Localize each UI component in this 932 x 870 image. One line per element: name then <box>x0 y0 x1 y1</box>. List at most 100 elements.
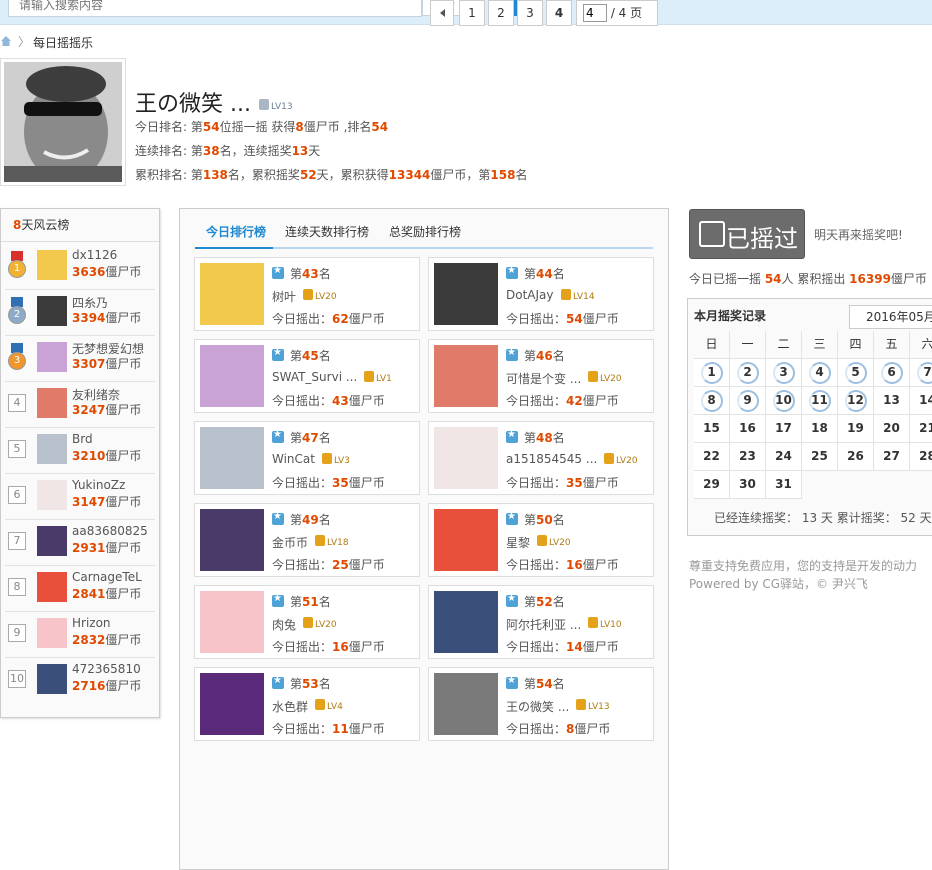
leaderboard-item[interactable]: 5 Brd 3210僵尸币 <box>1 427 151 473</box>
ranking-card[interactable]: 第44名 DotAJay LV14 今日摇出：54僵尸币 <box>428 257 654 331</box>
leaderboard-rank: 4 <box>8 394 26 412</box>
card-rank: 第49名 <box>290 513 331 527</box>
ranking-card[interactable]: 第43名树叶 LV20 今日摇出：62僵尸币 <box>194 257 420 331</box>
calendar-day: 30 <box>730 471 766 499</box>
leaderboard-rank: 10 <box>8 670 26 688</box>
ranking-card[interactable]: 第46名可惜是个变 ... LV20 今日摇出：42僵尸币 <box>428 339 654 413</box>
breadcrumb-current: 每日摇摇乐 <box>33 36 94 50</box>
calendar-day: 31 <box>766 471 802 499</box>
calendar-weekday: 四 <box>838 331 874 359</box>
level-badge-icon: LV13 <box>258 99 293 112</box>
shake-button[interactable]: 已摇过 <box>689 209 805 259</box>
card-coins: 今日摇出：14僵尸币 <box>506 640 619 654</box>
footer-powered-text: Powered by CG驿站，© 尹兴飞 <box>689 577 868 591</box>
search-box <box>8 0 422 17</box>
leaderboard-item[interactable]: 6 YukinoZz 3147僵尸币 <box>1 473 151 519</box>
calendar-footer: 已经连续摇奖： 13 天 累计摇奖： 52 天 <box>714 511 932 525</box>
calendar-weekday: 二 <box>766 331 802 359</box>
level-badge-icon: LV3 <box>321 453 350 466</box>
pager-prev-button[interactable] <box>430 0 454 26</box>
ranking-card[interactable]: 第48名 a151854545 ... LV20 今日摇出：35僵尸币 <box>428 421 654 495</box>
leaderboard-rank: 6 <box>8 486 26 504</box>
calendar-weekday: 五 <box>874 331 910 359</box>
shake-hint: 明天再来摇奖吧! <box>814 228 903 242</box>
card-rank: 第54名 <box>524 677 565 691</box>
card-name: 水色群 <box>272 700 309 714</box>
card-name: 王の微笑 ... <box>506 700 570 714</box>
card-rank: 第50名 <box>524 513 565 527</box>
ranking-card[interactable]: 第45名 SWAT_Survi ... LV1 今日摇出：43僵尸币 <box>194 339 420 413</box>
calendar-title: 本月摇奖记录 <box>694 309 767 323</box>
leaderboard-item[interactable]: 1 dx1126 3636僵尸币 <box>1 243 151 289</box>
avatar <box>37 250 67 280</box>
calendar-weekday: 三 <box>802 331 838 359</box>
pager-page-2[interactable]: 2 <box>488 0 514 26</box>
leaderboard-coins: 3210僵尸币 <box>72 449 142 463</box>
avatar <box>434 591 498 653</box>
card-name: 树叶 <box>272 290 297 304</box>
ranking-card[interactable]: 第53名水色群 LV4 今日摇出：11僵尸币 <box>194 667 420 741</box>
leaderboard-item[interactable]: 4 友利绪奈 3247僵尸币 <box>1 381 151 427</box>
calendar-day: 26 <box>838 443 874 471</box>
footer-support-text: 尊重支持免费应用，您的支持是开发的动力 <box>689 559 918 573</box>
tab-today[interactable]: 今日排行榜 <box>206 223 266 240</box>
calendar-day: 2 <box>730 359 766 387</box>
leaderboard-rank: 1 <box>8 260 26 278</box>
tab-streak[interactable]: 连续天数排行榜 <box>285 223 369 240</box>
calendar-day: 16 <box>730 415 766 443</box>
user-avatar <box>0 58 126 186</box>
leaderboard-rank: 7 <box>8 532 26 550</box>
level-badge-icon: LV20 <box>303 617 337 630</box>
leaderboard-coins: 3394僵尸币 <box>72 311 142 325</box>
leaderboard-item[interactable]: 9 Hrizon 2832僵尸币 <box>1 611 151 657</box>
level-badge-icon: LV20 <box>588 371 622 384</box>
home-icon[interactable] <box>0 35 12 47</box>
card-rank: 第52名 <box>524 595 565 609</box>
avatar <box>200 591 264 653</box>
avatar <box>37 342 67 372</box>
leaderboard-name: aa83680825 <box>72 524 148 538</box>
avatar <box>37 572 67 602</box>
ranking-card[interactable]: 第54名王の微笑 ... LV13 今日摇出：8僵尸币 <box>428 667 654 741</box>
ranking-card[interactable]: 第47名 WinCat LV3 今日摇出：35僵尸币 <box>194 421 420 495</box>
ranking-card[interactable]: 第52名阿尔托利亚 ... LV10 今日摇出：14僵尸币 <box>428 585 654 659</box>
avatar <box>200 345 264 407</box>
ranking-card[interactable]: 第49名金币币 LV18 今日摇出：25僵尸币 <box>194 503 420 577</box>
ranking-card[interactable]: 第51名肉兔 LV20 今日摇出：16僵尸币 <box>194 585 420 659</box>
ranking-panel: 今日排行榜 连续天数排行榜 总奖励排行榜 第43名树叶 LV20 今日摇出：62僵尸… <box>179 208 669 870</box>
calendar-month-select[interactable]: 2016年05月 <box>849 305 932 329</box>
page-jump-input[interactable] <box>583 4 607 22</box>
calendar-day: 6 <box>874 359 910 387</box>
svg-text:LV20: LV20 <box>600 374 622 384</box>
leaderboard-rank: 8 <box>8 578 26 596</box>
level-badge-icon: LV4 <box>315 699 343 712</box>
level-badge-icon: LV18 <box>315 535 349 548</box>
card-rank: 第48名 <box>524 431 565 445</box>
level-badge-icon: LV13 <box>576 699 610 712</box>
avatar <box>434 263 498 325</box>
pager-page-4[interactable]: 4 <box>546 0 572 26</box>
leaderboard-item[interactable]: 2 四糸乃 3394僵尸币 <box>1 289 151 335</box>
leaderboard-item[interactable]: 8 CarnageTeL 2841僵尸币 <box>1 565 151 611</box>
leaderboard-item[interactable]: 10 472365810 2716僵尸币 <box>1 657 151 703</box>
card-rank: 第47名 <box>290 431 331 445</box>
svg-text:LV3: LV3 <box>334 456 350 466</box>
card-name: 可惜是个变 ... <box>506 372 582 386</box>
card-name: DotAJay <box>506 288 554 302</box>
ranking-card[interactable]: 第50名星黎 LV20 今日摇出：16僵尸币 <box>428 503 654 577</box>
pager-page-3[interactable]: 3 <box>517 0 543 26</box>
leaderboard-coins: 2832僵尸币 <box>72 633 142 647</box>
leaderboard-coins: 3307僵尸币 <box>72 357 142 371</box>
search-input[interactable] <box>9 0 419 14</box>
active-tab-indicator <box>195 247 273 249</box>
leaderboard-rank: 2 <box>8 306 26 324</box>
pager-page-1[interactable]: 1 <box>459 0 485 26</box>
leaderboard-item[interactable]: 3 无梦想爱幻想 3307僵尸币 <box>1 335 151 381</box>
ranking-tabs: 今日排行榜 连续天数排行榜 总奖励排行榜 <box>195 221 653 249</box>
calendar-day: 11 <box>802 387 838 415</box>
tab-total[interactable]: 总奖励排行榜 <box>389 223 461 240</box>
level-badge-icon: LV10 <box>588 617 622 630</box>
calendar-day: 3 <box>766 359 802 387</box>
rank-star-icon <box>272 347 284 361</box>
leaderboard-item[interactable]: 7 aa83680825 2931僵尸币 <box>1 519 151 565</box>
